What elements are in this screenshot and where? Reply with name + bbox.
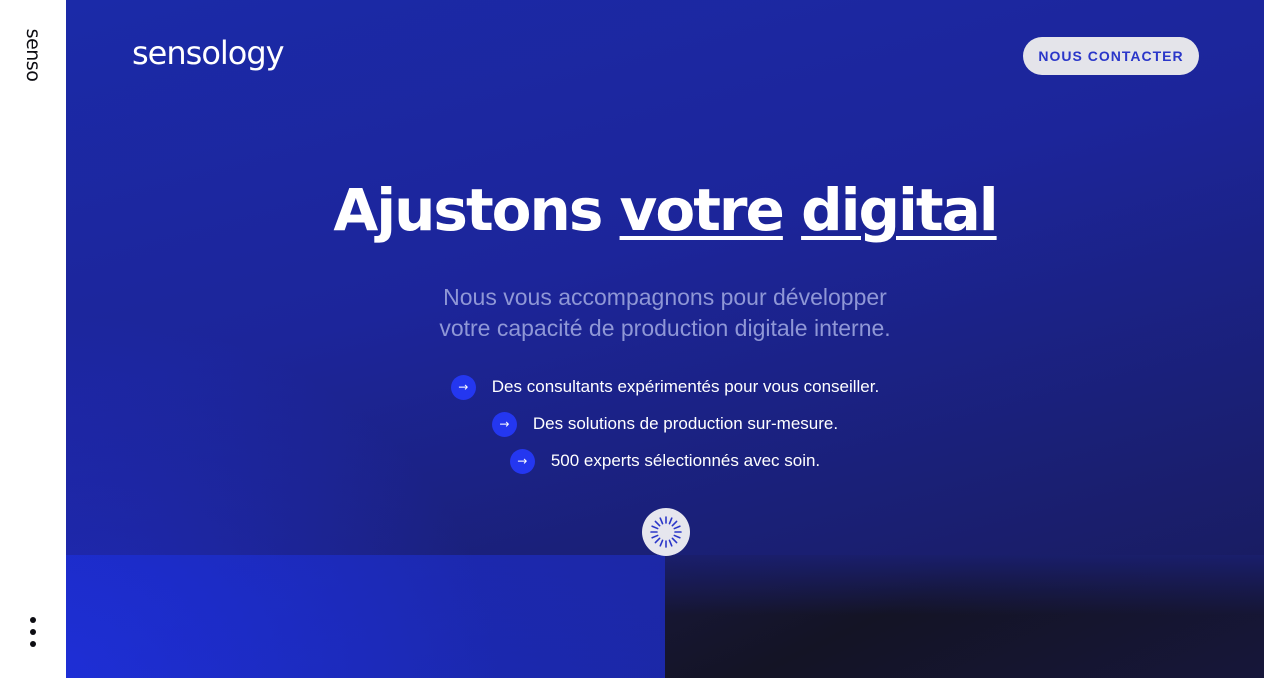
menu-dot <box>30 617 36 623</box>
menu-dot <box>30 641 36 647</box>
feature-item: → Des solutions de production sur-mesure… <box>66 411 1264 437</box>
feature-text: Des consultants expérimentés pour vous c… <box>491 377 880 396</box>
subtitle-line-1: Nous vous accompagnons pour développer <box>443 284 887 310</box>
feature-item: → 500 experts sélectionnés avec soin. <box>66 448 1264 474</box>
hero-section: sensology NOUS CONTACTER Ajustons votre … <box>66 0 1264 678</box>
dark-panel <box>665 555 1264 678</box>
feature-list: → Des consultants expérimentés pour vous… <box>66 374 1264 485</box>
blue-panel <box>66 555 665 678</box>
vertical-dots-icon[interactable] <box>28 617 38 647</box>
headline-word-1: Ajustons <box>333 176 603 244</box>
spinner-icon <box>650 516 682 548</box>
sidebar: senso <box>0 0 66 678</box>
feature-text: 500 experts sélectionnés avec soin. <box>550 451 821 470</box>
brand-logo[interactable]: sensology <box>132 34 285 72</box>
sidebar-logo[interactable]: senso <box>22 29 44 82</box>
hero-headline: Ajustons votre digital <box>66 176 1264 244</box>
hero-subtitle: Nous vous accompagnons pour développer v… <box>66 282 1264 344</box>
subtitle-line-2: votre capacité de production digitale in… <box>439 315 891 341</box>
menu-dot <box>30 629 36 635</box>
feature-item: → Des consultants expérimentés pour vous… <box>66 374 1264 400</box>
scroll-indicator[interactable] <box>642 508 690 556</box>
arrow-right-icon: → <box>509 448 535 474</box>
headline-word-3: digital <box>801 176 999 244</box>
feature-text: Des solutions de production sur-mesure. <box>532 414 839 433</box>
arrow-right-icon: → <box>450 374 476 400</box>
headline-word-2: votre <box>619 176 785 244</box>
contact-button[interactable]: NOUS CONTACTER <box>1023 37 1199 75</box>
arrow-right-icon: → <box>491 411 517 437</box>
